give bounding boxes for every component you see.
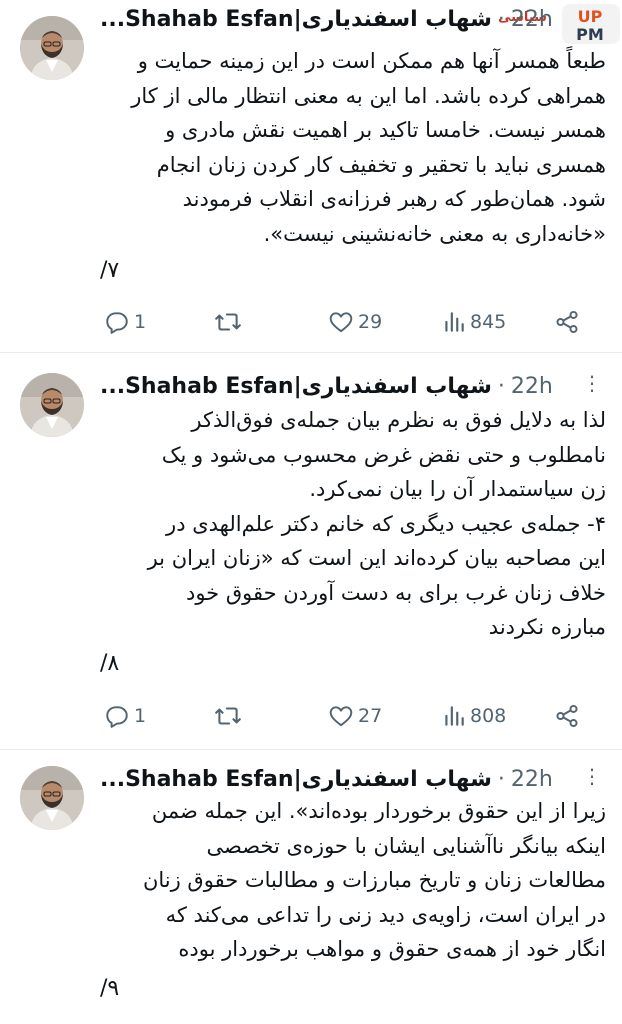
action-bar: 1 27 808 — [100, 699, 590, 733]
text-line: همسری نباید با تحقیر و تخفیف کار کردن زن… — [156, 152, 606, 177]
tweet-3[interactable]: شهاب اسفندیاری|Shahab Esfan... · 22h ⋮ ز… — [0, 750, 622, 1024]
avatar-image — [20, 373, 84, 437]
share-icon — [556, 310, 578, 334]
views-button[interactable]: 808 — [442, 699, 506, 733]
tweet-2[interactable]: شهاب اسفندیاری|Shahab Esfan... · 22h ⋮ ل… — [0, 353, 622, 749]
like-button[interactable]: 27 — [328, 699, 382, 733]
tweet-text: طبعاً همسر آنها هم ممکن است در این زمینه… — [100, 44, 606, 251]
reply-button[interactable]: 1 — [104, 699, 146, 733]
text-line: «خانه‌داری به معنی خانه‌نشینی نیست». — [263, 221, 606, 246]
author-avatar[interactable] — [20, 373, 84, 437]
action-bar: 1 29 845 — [100, 305, 590, 339]
reply-count: 1 — [134, 705, 147, 727]
tweet-text: زیرا از این حقوق برخوردار بوده‌اند». این… — [100, 794, 606, 967]
text-line: زن سیاستمدار آن را بیان نمی‌کرد. — [309, 477, 606, 501]
text-line: انگار خود از همه‌ی حقوق و مواهب برخوردار… — [178, 937, 606, 961]
tweet-header: شهاب اسفندیاری|Shahab Esfan... · 22h — [100, 2, 600, 36]
text-line: مطالعات زنان و تاریخ مبارزات و مطالبات ح… — [142, 868, 606, 892]
retweet-button[interactable] — [214, 699, 242, 733]
author-name[interactable]: شهاب اسفندیاری|Shahab Esfan... — [100, 767, 492, 792]
like-count: 27 — [358, 705, 383, 727]
dot-separator: · — [497, 766, 505, 792]
text-line: ۴- جمله‌ی عجیب دیگری که خانم دکتر علم‌ال… — [166, 511, 606, 536]
author-avatar[interactable] — [20, 16, 84, 80]
text-line: شود. همان‌طور که رهبر فرزانه‌ی انقلاب فر… — [182, 187, 606, 211]
reply-count: 1 — [134, 311, 147, 333]
text-line: لذا به دلایل فوق به نظرم بیان جمله‌ی فوق… — [191, 408, 606, 432]
text-line: خلاف زنان غرب برای به دست آوردن حقوق خود — [185, 580, 606, 605]
reply-icon — [106, 706, 128, 728]
views-button[interactable]: 845 — [442, 305, 506, 339]
share-button[interactable] — [554, 305, 580, 339]
tweet-header: شهاب اسفندیاری|Shahab Esfan... · 22h — [100, 369, 600, 403]
text-line: در ایران است، زاویه‌ی دید زنی را تداعی م… — [165, 902, 606, 927]
text-line: همسر نیست. خامسا تاکید بر اهمیت نقش مادر… — [165, 118, 606, 142]
text-line: مبارزه نکردند — [488, 615, 606, 639]
reply-icon — [106, 312, 128, 334]
views-count: 845 — [470, 311, 507, 333]
more-options-icon[interactable]: ⋮ — [582, 371, 602, 395]
retweet-icon — [215, 707, 241, 725]
text-line: نامطلوب و حتی نقض غرض محسوب می‌شود و یک — [161, 442, 606, 467]
share-icon — [556, 704, 578, 728]
retweet-button[interactable] — [214, 305, 242, 339]
tweet-time[interactable]: 22h — [511, 7, 553, 32]
avatar-image — [20, 766, 84, 830]
tweet-time[interactable]: 22h — [511, 374, 553, 399]
author-avatar[interactable] — [20, 766, 84, 830]
tweet-text: لذا به دلایل فوق به نظرم بیان جمله‌ی فوق… — [100, 403, 606, 645]
retweet-icon — [215, 313, 241, 331]
dot-separator: · — [497, 373, 505, 399]
text-line: طبعاً همسر آنها هم ممکن است در این زمینه… — [137, 49, 606, 73]
dot-separator: · — [497, 6, 505, 32]
heart-icon — [329, 312, 353, 333]
like-button[interactable]: 29 — [328, 305, 382, 339]
thread-counter: ۸/ — [100, 651, 120, 676]
thread-counter: ۷/ — [100, 258, 120, 283]
heart-icon — [329, 706, 353, 727]
like-count: 29 — [358, 311, 383, 333]
tweet-header: شهاب اسفندیاری|Shahab Esfan... · 22h — [100, 762, 600, 796]
views-icon — [445, 706, 464, 726]
text-line: همراهی کرده باشد. اما این به معنی انتظار… — [131, 83, 606, 108]
text-line: زیرا از این حقوق برخوردار بوده‌اند». این… — [151, 799, 606, 823]
views-count: 808 — [470, 705, 507, 727]
tweet-time[interactable]: 22h — [511, 767, 553, 792]
reply-button[interactable]: 1 — [104, 305, 146, 339]
author-name[interactable]: شهاب اسفندیاری|Shahab Esfan... — [100, 374, 492, 399]
tweet-1[interactable]: شهاب اسفندیاری|Shahab Esfan... · 22h طبع… — [0, 0, 622, 352]
more-options-icon[interactable]: ⋮ — [582, 764, 602, 788]
views-icon — [445, 312, 464, 332]
text-line: این مصاحبه بیان کرده‌اند این است که «زنا… — [147, 546, 606, 570]
author-name[interactable]: شهاب اسفندیاری|Shahab Esfan... — [100, 7, 492, 32]
thread-counter: ۹/ — [100, 976, 120, 1001]
text-line: اینکه بیانگر ناآشنایی ایشان با حوزه‌ی تخ… — [206, 833, 606, 858]
avatar-image — [20, 16, 84, 80]
share-button[interactable] — [554, 699, 580, 733]
